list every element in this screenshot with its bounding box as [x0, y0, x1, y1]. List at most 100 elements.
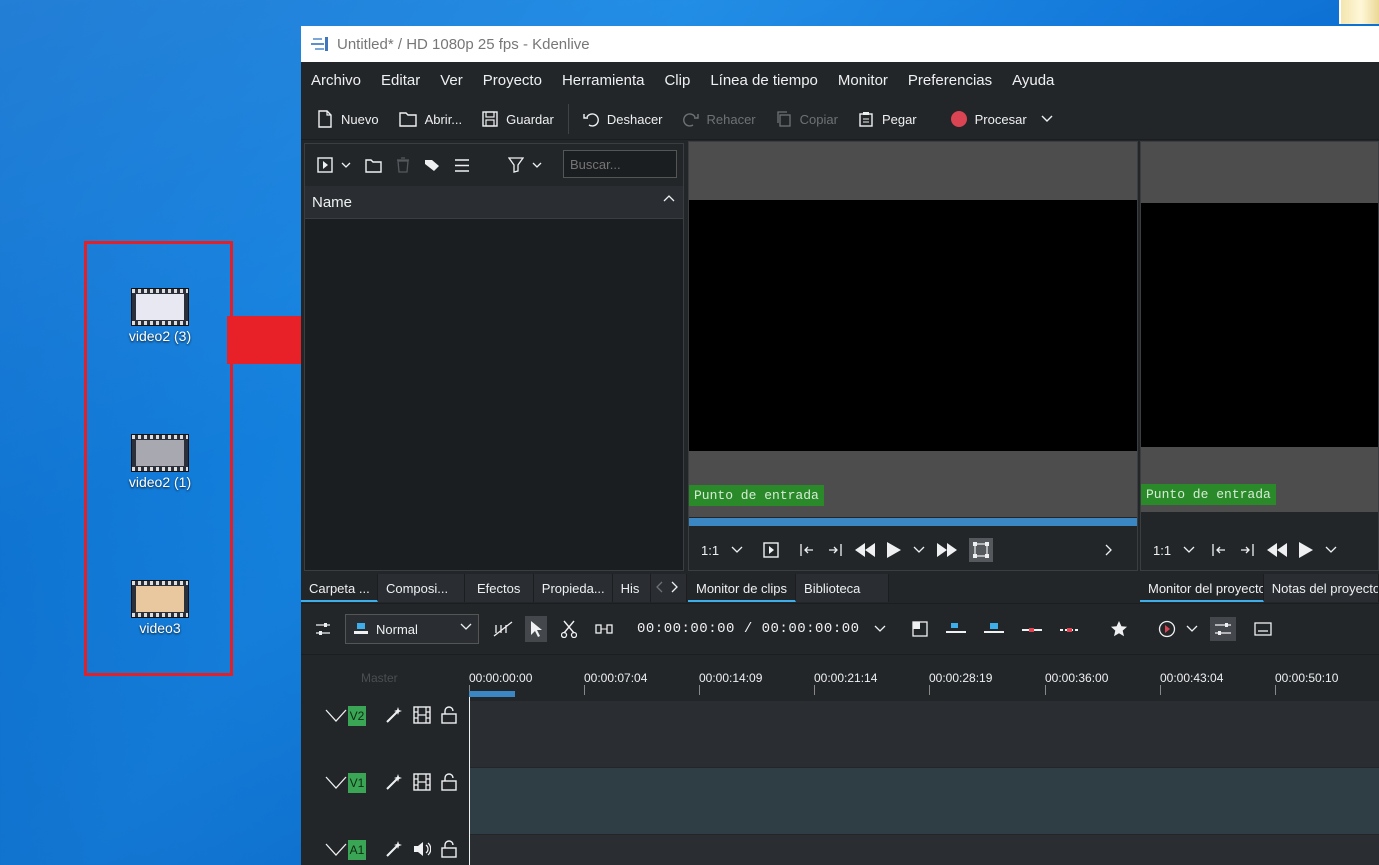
ripple-tool-icon[interactable] [493, 621, 513, 637]
desktop-folder-icon[interactable] [1339, 0, 1379, 24]
spacer-tool-icon[interactable] [595, 623, 613, 635]
go-to-out-point-icon[interactable] [1239, 542, 1255, 558]
delete-icon[interactable] [396, 157, 410, 173]
tab-monitor-del-proyecto[interactable]: Monitor del proyecto [1140, 574, 1264, 602]
menu-ver[interactable]: Ver [440, 72, 463, 89]
tab-carpeta[interactable]: Carpeta ... [301, 574, 378, 602]
film-icon[interactable] [413, 706, 431, 724]
abrir-button[interactable]: Abrir... [398, 111, 462, 127]
timeline-playhead[interactable] [469, 697, 470, 865]
track-lane[interactable] [469, 768, 1379, 834]
menu-editar[interactable]: Editar [381, 72, 420, 89]
extract-zone-icon[interactable] [1021, 623, 1042, 635]
title-bar[interactable]: Untitled* / HD 1080p 25 fps - Kdenlive [301, 26, 1379, 62]
timeline-timecode[interactable]: 00:00:00:00 / 00:00:00:00 [637, 621, 860, 637]
track-name[interactable]: V1 [348, 773, 366, 793]
rewind-icon[interactable] [1267, 543, 1288, 557]
add-folder-icon[interactable] [365, 158, 382, 173]
desktop-file-video3[interactable]: video3 [110, 580, 210, 636]
timeline-settings-icon[interactable] [315, 621, 331, 637]
play-icon[interactable] [887, 542, 902, 558]
chevron-down-icon[interactable] [874, 625, 886, 633]
rewind-icon[interactable] [855, 543, 876, 557]
menu-archivo[interactable]: Archivo [311, 72, 361, 89]
zoom-select[interactable]: 1:1 [1153, 543, 1195, 558]
tab-scroll-arrows[interactable] [650, 574, 687, 602]
insert-clip-icon[interactable] [945, 623, 966, 635]
play-icon[interactable] [1299, 542, 1314, 558]
go-to-in-point-icon[interactable] [1211, 542, 1227, 558]
play-clip-icon[interactable] [763, 542, 779, 558]
menu-herramienta[interactable]: Herramienta [562, 72, 645, 89]
track-lane[interactable] [469, 701, 1379, 767]
filter-icon[interactable] [508, 157, 524, 173]
clip-monitor-ruler[interactable] [689, 518, 1137, 526]
lift-zone-icon[interactable] [1059, 623, 1080, 635]
mixer-icon[interactable] [1209, 617, 1236, 641]
guardar-button[interactable]: Guardar [482, 111, 554, 127]
track-lane[interactable] [469, 835, 1379, 865]
desktop-file-video2-1[interactable]: video2 (1) [110, 434, 210, 490]
procesar-button[interactable]: Procesar [950, 111, 1061, 127]
tab-monitor-de-clips[interactable]: Monitor de clips [688, 574, 797, 602]
speaker-icon[interactable] [413, 840, 431, 858]
nuevo-button[interactable]: Nuevo [317, 110, 379, 128]
chevron-down-icon[interactable] [1041, 115, 1053, 123]
collapse-chevron-icon[interactable] [325, 776, 347, 790]
favorite-star-icon[interactable] [1110, 620, 1128, 638]
fast-forward-icon[interactable] [937, 543, 958, 557]
track-name[interactable]: V2 [348, 706, 366, 726]
edit-mode-select[interactable]: Normal [345, 614, 479, 644]
chevron-right-icon[interactable] [1105, 544, 1113, 556]
add-clip-icon[interactable] [317, 157, 333, 173]
menu-monitor[interactable]: Monitor [838, 72, 888, 89]
clip-monitor-video[interactable] [689, 200, 1137, 451]
pegar-button[interactable]: Pegar [858, 111, 917, 127]
zone-marker[interactable] [469, 691, 515, 697]
razor-tool-icon[interactable] [561, 620, 577, 638]
transform-icon[interactable] [969, 538, 994, 562]
film-icon[interactable] [413, 773, 431, 791]
overwrite-clip-icon[interactable] [983, 623, 1004, 635]
tab-historial[interactable]: His [612, 574, 651, 602]
effects-wand-icon[interactable] [385, 840, 403, 858]
rehacer-button[interactable]: Rehacer [682, 111, 756, 127]
tab-efectos[interactable]: Efectos [464, 574, 534, 602]
bin-search-input[interactable] [563, 150, 677, 178]
copiar-button[interactable]: Copiar [776, 111, 838, 127]
menu-ayuda[interactable]: Ayuda [1012, 72, 1054, 89]
project-monitor-video[interactable] [1141, 203, 1378, 447]
chevron-down-icon[interactable] [913, 546, 925, 554]
subtitles-icon[interactable] [1253, 622, 1272, 636]
deshacer-button[interactable]: Deshacer [583, 111, 663, 127]
project-monitor-ruler[interactable] [1141, 512, 1378, 528]
tab-notas-del-proyecto[interactable]: Notas del proyecto [1263, 574, 1379, 602]
desktop-file-video2-3[interactable]: video2 (3) [110, 288, 210, 344]
chevron-down-icon[interactable] [1186, 625, 1198, 633]
timeline-ruler[interactable]: 00:00:00:00 00:00:07:04 00:00:14:09 00:0… [469, 667, 1379, 697]
menu-icon[interactable] [454, 158, 470, 172]
lock-icon[interactable] [441, 773, 457, 791]
effects-wand-icon[interactable] [385, 773, 403, 791]
menu-proyecto[interactable]: Proyecto [483, 72, 542, 89]
composite-icon[interactable] [911, 621, 928, 637]
record-audio-icon[interactable] [1158, 620, 1176, 638]
effects-wand-icon[interactable] [385, 706, 403, 724]
lock-icon[interactable] [441, 706, 457, 724]
tab-propiedades[interactable]: Propieda... [533, 574, 613, 602]
collapse-chevron-icon[interactable] [325, 843, 347, 857]
tab-biblioteca[interactable]: Biblioteca [796, 574, 890, 602]
zoom-select[interactable]: 1:1 [701, 543, 743, 558]
menu-preferencias[interactable]: Preferencias [908, 72, 992, 89]
collapse-chevron-icon[interactable] [325, 709, 347, 723]
bin-name-column-header[interactable]: Name [305, 186, 683, 219]
chevron-down-icon[interactable] [532, 162, 542, 169]
chevron-down-icon[interactable] [1325, 546, 1337, 554]
go-to-out-point-icon[interactable] [827, 542, 843, 558]
track-name[interactable]: A1 [348, 840, 366, 860]
menu-linea-de-tiempo[interactable]: Línea de tiempo [710, 72, 818, 89]
selection-tool-icon[interactable] [525, 616, 547, 642]
tag-icon[interactable] [424, 158, 440, 172]
menu-clip[interactable]: Clip [664, 72, 690, 89]
tab-composiciones[interactable]: Composi... [377, 574, 465, 602]
